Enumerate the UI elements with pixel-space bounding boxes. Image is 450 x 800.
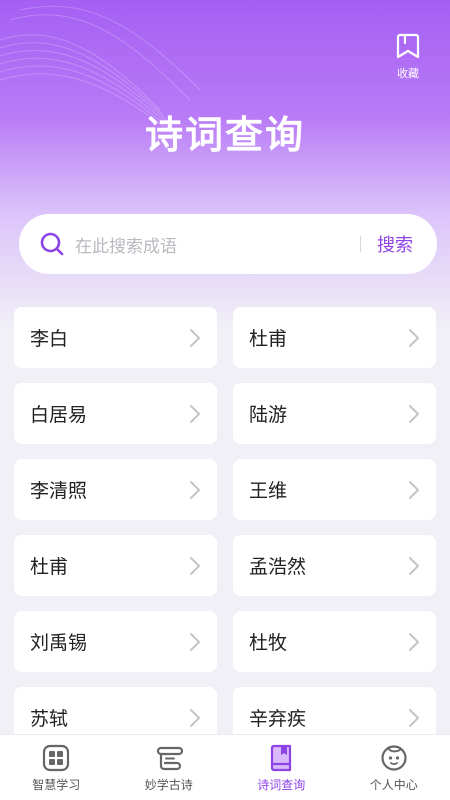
poet-card[interactable]: 白居易 bbox=[14, 383, 217, 444]
chevron-right-icon bbox=[189, 556, 201, 576]
poet-card[interactable]: 李清照 bbox=[14, 459, 217, 520]
poet-card[interactable]: 陆游 bbox=[233, 383, 436, 444]
poet-name: 王维 bbox=[249, 480, 288, 502]
chevron-right-icon bbox=[408, 480, 420, 500]
poet-name: 刘禹锡 bbox=[30, 632, 88, 654]
poet-card[interactable]: 王维 bbox=[233, 459, 436, 520]
poet-name: 李清照 bbox=[30, 480, 88, 502]
chevron-right-icon bbox=[189, 328, 201, 348]
search-input[interactable]: 在此搜索成语 bbox=[75, 232, 360, 257]
tab-label: 诗词查询 bbox=[257, 778, 306, 792]
chevron-right-icon bbox=[408, 708, 420, 728]
poet-card[interactable]: 杜牧 bbox=[233, 611, 436, 672]
poet-name: 苏轼 bbox=[30, 708, 69, 730]
page-title: 诗词查询 bbox=[144, 113, 305, 157]
tab-label: 个人中心 bbox=[369, 778, 418, 792]
poet-name: 李白 bbox=[30, 328, 69, 350]
tab-label: 妙学古诗 bbox=[144, 778, 193, 792]
bottom-tab-bar: 智慧学习 妙学古诗 诗词查询 个人中心 bbox=[0, 734, 450, 800]
tab-smart-learning[interactable]: 智慧学习 bbox=[0, 735, 113, 800]
chevron-right-icon bbox=[408, 328, 420, 348]
tab-profile[interactable]: 个人中心 bbox=[338, 735, 450, 800]
poet-card[interactable]: 孟浩然 bbox=[233, 535, 436, 596]
poet-name: 杜甫 bbox=[249, 328, 288, 350]
collect-label: 收藏 bbox=[397, 67, 419, 80]
face-icon bbox=[381, 745, 407, 771]
chevron-right-icon bbox=[189, 480, 201, 500]
chevron-right-icon bbox=[189, 632, 201, 652]
decorative-waves bbox=[0, 5, 201, 141]
poet-card[interactable]: 李白 bbox=[14, 307, 217, 368]
chevron-right-icon bbox=[408, 404, 420, 424]
search-divider bbox=[360, 236, 361, 252]
bookmark-icon bbox=[396, 33, 420, 59]
tab-poem-search[interactable]: 诗词查询 bbox=[225, 735, 338, 800]
chevron-right-icon bbox=[189, 708, 201, 728]
chevron-right-icon bbox=[408, 632, 420, 652]
poet-grid: 李白 杜甫 白居易 陆游 李清照 王维 杜甫 孟浩然 刘禹锡 杜牧 苏轼 辛弃疾 bbox=[14, 307, 436, 748]
search-button[interactable]: 搜索 bbox=[377, 231, 413, 257]
chevron-right-icon bbox=[408, 556, 420, 576]
poet-card[interactable]: 杜甫 bbox=[14, 535, 217, 596]
poet-card[interactable]: 刘禹锡 bbox=[14, 611, 217, 672]
poet-name: 陆游 bbox=[249, 404, 288, 426]
poet-name: 白居易 bbox=[30, 404, 88, 426]
scroll-icon bbox=[156, 746, 183, 771]
collect-button[interactable]: 收藏 bbox=[388, 33, 428, 81]
tab-label: 智慧学习 bbox=[32, 778, 81, 792]
tab-ancient-poems[interactable]: 妙学古诗 bbox=[113, 735, 226, 800]
chevron-right-icon bbox=[189, 404, 201, 424]
poet-name: 辛弃疾 bbox=[249, 708, 307, 730]
header-banner bbox=[0, 0, 450, 330]
search-icon bbox=[39, 231, 65, 257]
grid-icon bbox=[43, 744, 70, 772]
book-icon bbox=[271, 744, 292, 772]
poet-name: 杜牧 bbox=[249, 632, 288, 654]
poet-name: 孟浩然 bbox=[249, 556, 307, 578]
poet-card[interactable]: 杜甫 bbox=[233, 307, 436, 368]
search-bar[interactable]: 在此搜索成语 搜索 bbox=[19, 214, 437, 274]
poet-name: 杜甫 bbox=[30, 556, 69, 578]
